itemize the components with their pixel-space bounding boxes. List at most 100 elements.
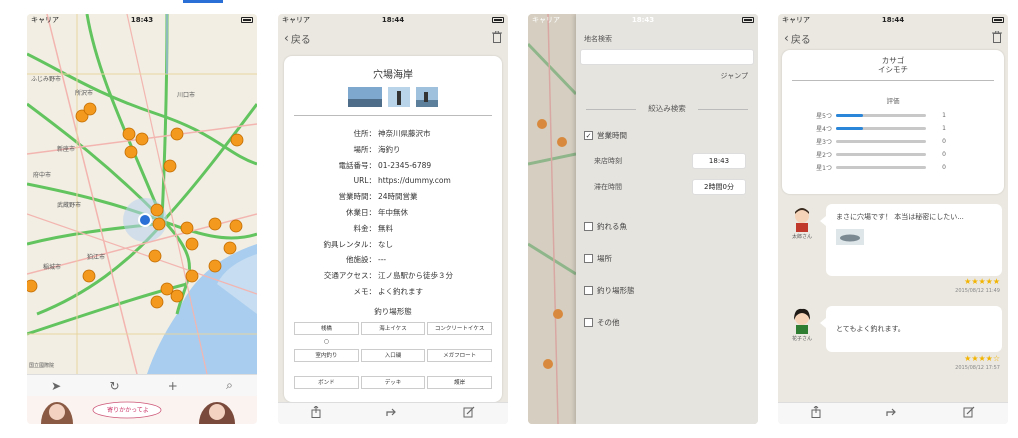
- bottom-toolbar: [778, 402, 1008, 424]
- clock: 18:44: [381, 16, 405, 24]
- photo-thumbnail[interactable]: [348, 87, 382, 107]
- info-value[interactable]: 01-2345-6789: [378, 158, 492, 174]
- info-key: 休業日：: [346, 207, 376, 217]
- ad-banner[interactable]: 寄りかかってよ: [27, 396, 257, 424]
- back-button[interactable]: ‹ 戻る: [784, 31, 811, 46]
- checkbox-label: 場所: [597, 254, 612, 263]
- facility-cell: デッキ: [360, 375, 426, 389]
- checkbox[interactable]: [584, 318, 593, 327]
- info-row: 交通アクセス： 江ノ島駅から徒歩３分: [294, 268, 492, 284]
- photo-thumbnail[interactable]: [388, 87, 410, 107]
- star-label: 星2つ: [816, 152, 832, 159]
- facility-mark: [427, 364, 492, 374]
- info-row: 休業日： 年中無休: [294, 205, 492, 221]
- map-toolbar: ➤ ↻ + ⌕: [27, 374, 257, 396]
- back-button[interactable]: ‹ 戻る: [284, 31, 311, 46]
- review-date: 2015/08/12 17:57: [955, 365, 1000, 371]
- search-panel: 地名検索 ジャンプ 絞込み検索 ✓ 営業時間 来店時刻 18:43 滞在時間 2…: [576, 14, 758, 424]
- info-row: 釣具レンタル： なし: [294, 237, 492, 253]
- trash-icon[interactable]: [492, 30, 502, 46]
- info-value: よく釣れます: [378, 286, 423, 296]
- business-hours-checkbox-row[interactable]: ✓ 営業時間: [580, 130, 754, 141]
- checkbox-label: その他: [597, 318, 620, 327]
- map-view[interactable]: ふじみ野市 所沢市 新座市 府中市 武蔵野市 狛江市 稲城市 川口市 国立國際院…: [27, 14, 257, 374]
- checkbox[interactable]: ✓: [584, 131, 593, 140]
- star-bar: [836, 153, 926, 156]
- share-icon[interactable]: [811, 405, 821, 421]
- refresh-icon[interactable]: ↻: [109, 379, 119, 393]
- stay-time-picker[interactable]: 2時間0分: [692, 179, 746, 195]
- status-bar: キャリア 18:43: [27, 14, 257, 26]
- edit-icon[interactable]: [963, 406, 975, 421]
- status-bar: キャリア 18:44: [778, 14, 1008, 26]
- checkbox[interactable]: [584, 254, 593, 263]
- facility-mark: ○: [323, 338, 329, 346]
- review-item: 太郎さん まさに穴場です！ 本当は秘密にしたい... ★★★★★ 2015/08…: [782, 204, 1004, 294]
- info-row: 料金： 無料: [294, 221, 492, 237]
- location-arrow-icon[interactable]: ➤: [51, 379, 61, 393]
- info-value: 24時間営業: [378, 192, 418, 202]
- battery-icon: [742, 17, 754, 23]
- info-row: 営業時間： 24時間営業: [294, 189, 492, 205]
- review-text: とてもよく釣れます。: [836, 324, 905, 333]
- stay-time-row: 滞在時間 2時間0分: [580, 179, 754, 195]
- back-label: 戻る: [790, 34, 811, 46]
- info-key: 営業時間：: [338, 192, 377, 202]
- map-label: 稲城市: [43, 264, 62, 271]
- filter-option-row[interactable]: 釣り場形態: [580, 285, 754, 296]
- checkbox[interactable]: [584, 222, 593, 231]
- photo-thumbnail[interactable]: [416, 87, 438, 107]
- banner-text: 寄りかかってよ: [107, 407, 149, 414]
- map-label: 川口市: [177, 92, 196, 99]
- share-icon[interactable]: [311, 405, 321, 421]
- filter-option-row[interactable]: 釣れる魚: [580, 221, 754, 232]
- info-value[interactable]: https://dummy.com: [378, 173, 492, 189]
- filter-option-row[interactable]: その他: [580, 317, 754, 328]
- star-count: 1: [942, 125, 946, 132]
- status-bar: キャリア 18:43: [528, 14, 758, 26]
- star-bar: [836, 114, 926, 117]
- forward-icon[interactable]: [386, 407, 398, 420]
- facility-mark: [294, 364, 359, 374]
- info-row: 他施設： ---: [294, 252, 492, 268]
- star-label: 星5つ: [816, 113, 832, 120]
- add-icon[interactable]: +: [168, 379, 178, 393]
- fish-photo[interactable]: [836, 229, 864, 245]
- photo-thumbnails: [294, 87, 492, 107]
- star-bar: [836, 127, 926, 130]
- review-stars: ★★★★☆: [964, 354, 1000, 363]
- checkbox-label: 営業時間: [597, 131, 627, 140]
- info-key: 電話番号：: [338, 160, 377, 170]
- star-row: 星1つ 0: [796, 161, 994, 174]
- review-item: 花子さん とてもよく釣れます。 ★★★★☆ 2015/08/12 17:57: [782, 306, 1004, 386]
- search-icon[interactable]: ⌕: [226, 378, 233, 393]
- filter-section-title: 絞込み検索: [580, 103, 754, 114]
- star-row: 星3つ 0: [796, 135, 994, 148]
- star-bar: [836, 140, 926, 143]
- star-row: 星5つ 1: [796, 109, 994, 122]
- info-value: 無料: [378, 223, 393, 233]
- arrival-time-picker[interactable]: 18:43: [692, 153, 746, 169]
- facility-title: 釣り場形態: [374, 306, 412, 316]
- checkbox[interactable]: [584, 286, 593, 295]
- map-label: 狛江市: [87, 254, 106, 261]
- facility-cell: 海上イケス: [360, 321, 426, 335]
- jump-button[interactable]: ジャンプ: [580, 71, 754, 81]
- battery-icon: [992, 17, 1004, 23]
- fish-name: カサゴ: [881, 56, 905, 65]
- trash-icon[interactable]: [992, 30, 1002, 46]
- map-label: 所沢市: [75, 90, 94, 97]
- map-label: 新座市: [57, 146, 76, 153]
- clock: 18:43: [631, 16, 655, 24]
- info-value: 江ノ島駅から徒歩３分: [378, 271, 453, 281]
- rating-breakdown: 星5つ 1 星4つ 1 星3つ 0 星2つ 0 星1つ 0: [792, 109, 994, 174]
- spot-title: 穴場海岸: [373, 70, 413, 81]
- info-key: 他施設：: [346, 255, 376, 265]
- edit-icon[interactable]: [463, 406, 475, 421]
- clock: 18:44: [881, 16, 905, 24]
- avatar: [795, 208, 809, 232]
- place-search-input[interactable]: [580, 49, 754, 65]
- forward-icon[interactable]: [886, 407, 898, 420]
- filter-option-row[interactable]: 場所: [580, 253, 754, 264]
- review-date: 2015/08/12 11:49: [955, 288, 1000, 294]
